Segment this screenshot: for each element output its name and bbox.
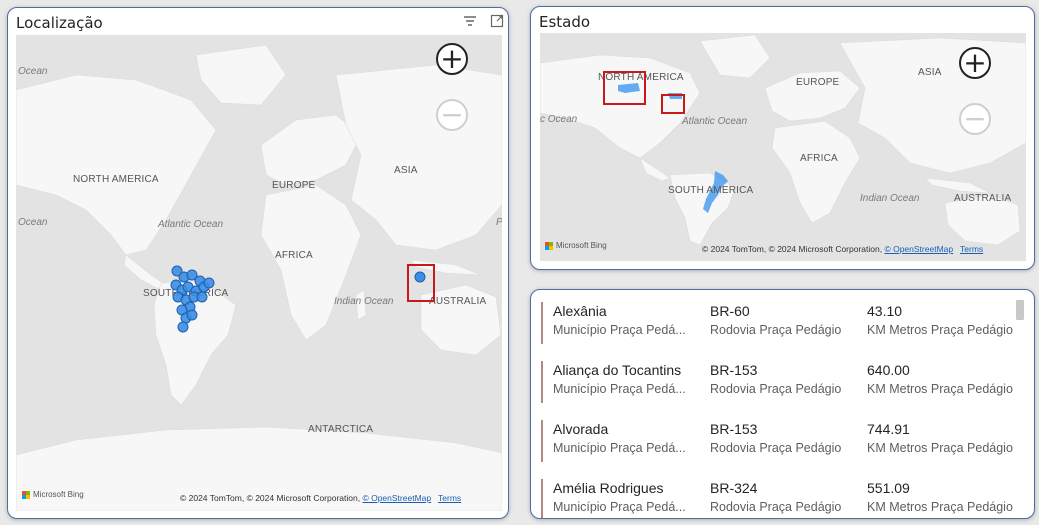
table-row[interactable]: Alvorada Município Praça Pedá... BR-153 … — [541, 418, 1013, 464]
zoom-in-button[interactable]: + — [959, 47, 991, 79]
location-card-title: Localização — [16, 14, 103, 32]
table-scrollbar[interactable] — [1016, 300, 1024, 320]
municipality-label: Município Praça Pedá... — [553, 382, 686, 396]
municipality-value: Alexânia — [553, 303, 607, 319]
map-marker — [196, 291, 208, 303]
highway-label: Rodovia Praça Pedágio — [710, 441, 842, 455]
filter-icon[interactable] — [463, 14, 477, 28]
osm-link[interactable]: © OpenStreetMap — [884, 244, 953, 254]
municipality-label: Município Praça Pedá... — [553, 323, 686, 337]
table-row[interactable]: Alexânia Município Praça Pedá... BR-60 R… — [541, 300, 1013, 346]
state-card-title: Estado — [539, 13, 591, 31]
map-marker — [203, 277, 215, 289]
highway-label: Rodovia Praça Pedágio — [710, 382, 842, 396]
municipality-value: Alvorada — [553, 421, 609, 437]
focus-mode-icon[interactable] — [490, 14, 504, 28]
km-label: KM Metros Praça Pedágio — [867, 441, 1013, 455]
municipality-label: Município Praça Pedá... — [553, 500, 686, 514]
label-indian-ocean: Indian Ocean — [860, 193, 920, 204]
map-attribution: © 2024 TomTom, © 2024 Microsoft Corporat… — [180, 493, 461, 503]
km-label: KM Metros Praça Pedágio — [867, 323, 1013, 337]
attribution-text: © 2024 TomTom, © 2024 Microsoft Corporat… — [180, 493, 361, 503]
microsoft-logo-icon — [545, 241, 553, 250]
highlight-box-1 — [603, 71, 646, 105]
toll-table-card: Alexânia Município Praça Pedá... BR-60 R… — [530, 289, 1035, 519]
bing-logo: Microsoft Bing — [22, 490, 84, 499]
microsoft-logo-icon — [22, 490, 30, 499]
row-accent-bar — [541, 479, 543, 518]
location-card: Localização NORTH AMERICA EUROPE ASIA AF… — [7, 7, 509, 519]
bing-label: Microsoft Bing — [33, 490, 84, 499]
map-marker — [177, 321, 189, 333]
label-africa: AFRICA — [800, 153, 838, 164]
highway-label: Rodovia Praça Pedágio — [710, 500, 842, 514]
table-row[interactable]: Aliança do Tocantins Município Praça Ped… — [541, 359, 1013, 405]
state-map[interactable]: NORTH AMERICA EUROPE ASIA AFRICA SOUTH A… — [540, 33, 1026, 261]
highway-label: Rodovia Praça Pedágio — [710, 323, 842, 337]
label-europe: EUROPE — [796, 77, 840, 88]
state-card: Estado NORTH AMERICA EUROPE ASIA AFRICA … — [530, 6, 1035, 270]
zoom-in-button[interactable]: + — [436, 43, 468, 75]
zoom-out-button[interactable]: − — [436, 99, 468, 131]
label-south-america: SOUTH AMERICA — [668, 185, 754, 196]
zoom-out-button[interactable]: − — [959, 103, 991, 135]
highlight-box — [407, 264, 435, 302]
km-value: 551.09 — [867, 480, 910, 496]
label-atlantic-ocean: Atlantic Ocean — [682, 116, 748, 127]
bing-label: Microsoft Bing — [556, 241, 607, 250]
km-label: KM Metros Praça Pedágio — [867, 382, 1013, 396]
map-marker — [186, 309, 198, 321]
km-value: 43.10 — [867, 303, 903, 319]
municipality-value: Aliança do Tocantins — [553, 362, 682, 378]
row-accent-bar — [541, 302, 543, 344]
table-row[interactable]: Amélia Rodrigues Município Praça Pedá...… — [541, 477, 1013, 518]
km-value: 744.91 — [867, 421, 910, 437]
label-australia: AUSTRALIA — [954, 193, 1012, 204]
row-accent-bar — [541, 420, 543, 462]
bing-logo: Microsoft Bing — [545, 241, 607, 250]
toll-table[interactable]: Alexânia Município Praça Pedá... BR-60 R… — [531, 290, 1034, 518]
terms-link[interactable]: Terms — [960, 244, 983, 254]
highway-value: BR-60 — [710, 303, 750, 319]
map-attribution: © 2024 TomTom, © 2024 Microsoft Corporat… — [702, 244, 983, 254]
row-accent-bar — [541, 361, 543, 403]
attribution-text: © 2024 TomTom, © 2024 Microsoft Corporat… — [702, 244, 883, 254]
municipality-value: Amélia Rodrigues — [553, 480, 664, 496]
km-label: KM Metros Praça Pedágio — [867, 500, 1013, 514]
municipality-label: Município Praça Pedá... — [553, 441, 686, 455]
highway-value: BR-153 — [710, 421, 758, 437]
highway-value: BR-153 — [710, 362, 758, 378]
osm-link[interactable]: © OpenStreetMap — [362, 493, 431, 503]
terms-link[interactable]: Terms — [438, 493, 461, 503]
km-value: 640.00 — [867, 362, 910, 378]
label-asia: ASIA — [918, 67, 942, 78]
label-ocean-left: c Ocean — [540, 114, 578, 125]
location-map[interactable]: NORTH AMERICA EUROPE ASIA AFRICA SOUTH A… — [16, 35, 502, 511]
highlight-box-2 — [661, 94, 685, 114]
highway-value: BR-324 — [710, 480, 758, 496]
